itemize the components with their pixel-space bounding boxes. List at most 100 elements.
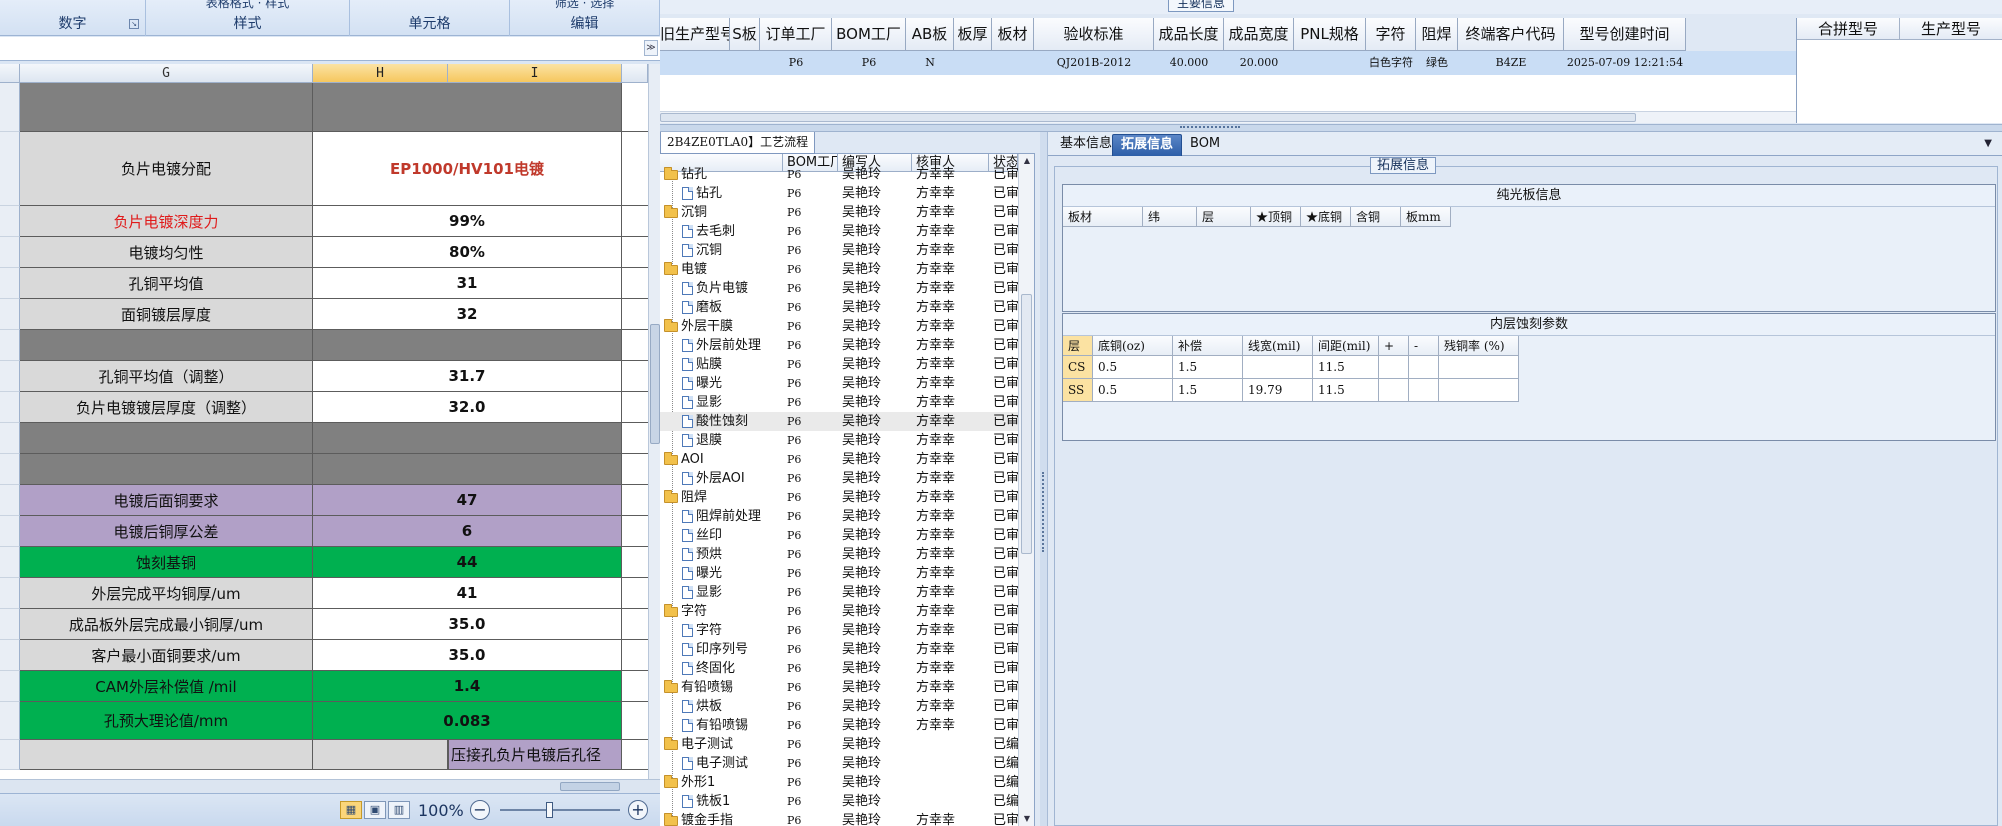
row-label-cell[interactable]: 面铜镀层厚度 [20,299,313,330]
merge-model-pane[interactable]: 合拼型号 生产型号 [1796,18,2002,123]
inner-etch-cell[interactable] [1409,356,1439,379]
tree-node[interactable]: 贴膜 [682,355,722,374]
cell-customer-code[interactable]: B4ZE [1458,51,1564,75]
dialog-launcher-icon[interactable]: ↘ [129,19,139,29]
row-label-cell[interactable] [20,423,313,454]
inner-etch-cell[interactable]: 1.5 [1173,356,1243,379]
empty-cell[interactable] [622,83,648,132]
inner-etch-column-header[interactable]: - [1409,336,1439,356]
row-label-cell[interactable]: 孔预大理论值/mm [20,702,313,740]
row-header[interactable] [0,132,20,206]
cell-width[interactable]: 20.000 [1224,51,1294,75]
tree-row[interactable]: 有铅喷锡 P6 吴艳玲 方幸幸 已审 [660,678,1019,697]
inner-etch-cell[interactable] [1409,379,1439,402]
zoom-slider-knob[interactable] [546,802,553,818]
tree-row[interactable]: 终固化 P6 吴艳玲 方幸幸 已审 [660,659,1019,678]
tree-row[interactable]: 印序列号 P6 吴艳玲 方幸幸 已审 [660,640,1019,659]
row-label-cell[interactable]: 孔铜平均值 [20,268,313,299]
tree-row[interactable]: 外形1 P6 吴艳玲 已编 [660,773,1019,792]
empty-cell[interactable] [622,237,648,268]
row-header[interactable] [0,268,20,299]
tree-node[interactable]: 电镀 [664,260,707,279]
inner-etch-column-header[interactable]: 补偿 [1173,336,1243,356]
tab-process-flow[interactable]: 2B4ZE0TLA0】工艺流程 [660,132,816,154]
select-all-corner[interactable] [0,64,20,83]
tree-row[interactable]: 镀金手指 P6 吴艳玲 方幸幸 已审 [660,811,1019,826]
scroll-thumb[interactable] [1021,294,1032,554]
tree-row[interactable]: 预烘 P6 吴艳玲 方幸幸 已审 [660,545,1019,564]
inner-etch-cell[interactable]: SS [1063,379,1093,402]
row-header[interactable] [0,206,20,237]
tree-node[interactable]: 钻孔 [682,184,722,203]
empty-cell[interactable] [622,516,648,547]
value-cell[interactable]: 0.083 [313,702,622,740]
column-header-solder-mask[interactable]: 阻焊 [1416,18,1458,51]
row-header[interactable] [0,740,20,770]
empty-cell[interactable] [622,740,648,770]
tree-node[interactable]: 烘板 [682,697,722,716]
zoom-slider-track[interactable] [500,809,620,811]
row-label-cell[interactable] [20,454,313,485]
inner-etch-cell[interactable]: 19.79 [1243,379,1313,402]
model-grid-hscrollbar[interactable] [660,111,1796,123]
row-label-cell[interactable]: 客户最小面铜要求/um [20,640,313,671]
inner-etch-cell[interactable] [1379,356,1409,379]
cell-legend-ink[interactable]: 白色字符 [1366,51,1416,75]
bare-board-column-header[interactable]: ★底铜 [1301,207,1351,227]
empty-cell[interactable] [622,206,648,237]
tree-node[interactable]: 预烘 [682,545,722,564]
row-label-cell[interactable]: 外层完成平均铜厚/um [20,578,313,609]
tree-node[interactable]: 有铅喷锡 [682,716,748,735]
tree-row[interactable]: 电镀 P6 吴艳玲 方幸幸 已审 [660,260,1019,279]
row-header[interactable] [0,578,20,609]
inner-etch-column-header[interactable]: 底铜(oz) [1093,336,1173,356]
value-cell[interactable] [313,740,448,770]
tree-row[interactable]: 字符 P6 吴艳玲 方幸幸 已审 [660,621,1019,640]
worksheet-grid[interactable]: 负片电镀分配 EP1000/HV101电镀 负片电镀深度力 99% 电镀均匀性 80% 孔铜… [0,83,648,779]
column-header-material[interactable]: 板材 [992,18,1034,51]
tree-node[interactable]: 磨板 [682,298,722,317]
cell-old-model[interactable] [660,51,730,75]
row-label-cell[interactable]: CAM外层补偿值 /mil [20,671,313,702]
empty-cell[interactable] [622,299,648,330]
row-label-cell[interactable]: 负片电镀镀层厚度（调整） [20,392,313,423]
value-cell[interactable]: 1.4 [313,671,622,702]
tree-row[interactable]: 丝印 P6 吴艳玲 方幸幸 已审 [660,526,1019,545]
row-header[interactable] [0,640,20,671]
empty-cell[interactable] [622,671,648,702]
cell-solder-mask[interactable]: 绿色 [1416,51,1458,75]
value-cell[interactable]: 31 [313,268,622,299]
value-cell[interactable]: 47 [313,485,622,516]
production-model-header[interactable]: 生产型号 [1900,18,2002,40]
tree-node[interactable]: 有铅喷锡 [664,678,733,697]
bare-board-column-header[interactable]: 含铜 [1351,207,1401,227]
tree-row[interactable]: 显影 P6 吴艳玲 方幸幸 已审 [660,393,1019,412]
tab-dropdown-icon[interactable]: ▼ [1984,138,1992,149]
column-header-bom-factory[interactable]: BOM工厂 [832,18,906,51]
row-label-cell[interactable]: 电镀后铜厚公差 [20,516,313,547]
empty-cell[interactable] [622,454,648,485]
column-header-i[interactable]: I [448,64,622,83]
tree-node[interactable]: 负片电镀 [682,279,748,298]
row-header[interactable] [0,702,20,740]
empty-cell[interactable] [622,392,648,423]
tree-row[interactable]: 外层AOI P6 吴艳玲 方幸幸 已审 [660,469,1019,488]
row-header[interactable] [0,671,20,702]
bare-board-column-header[interactable]: 板材 [1063,207,1143,227]
tree-node[interactable]: 外形1 [664,773,715,792]
tree-row[interactable]: 沉铜 P6 吴艳玲 方幸幸 已审 [660,241,1019,260]
tree-node[interactable]: 外层干膜 [664,317,733,336]
value-cell[interactable]: 35.0 [313,640,622,671]
column-header-h[interactable]: H [313,64,448,83]
tree-node[interactable]: 显影 [682,583,722,602]
row-header[interactable] [0,361,20,392]
scroll-thumb[interactable] [660,113,1636,122]
tree-node[interactable]: 铣板1 [682,792,730,811]
bare-board-column-header[interactable]: 纬 [1143,207,1197,227]
inner-etch-cell[interactable]: 0.5 [1093,356,1173,379]
cell-bom-factory[interactable]: P6 [832,51,906,75]
tree-row[interactable]: 钻孔 P6 吴艳玲 方幸幸 已审 [660,165,1019,184]
row-header[interactable] [0,299,20,330]
row-label-cell[interactable]: 负片电镀分配 [20,132,313,206]
empty-cell[interactable] [622,640,648,671]
